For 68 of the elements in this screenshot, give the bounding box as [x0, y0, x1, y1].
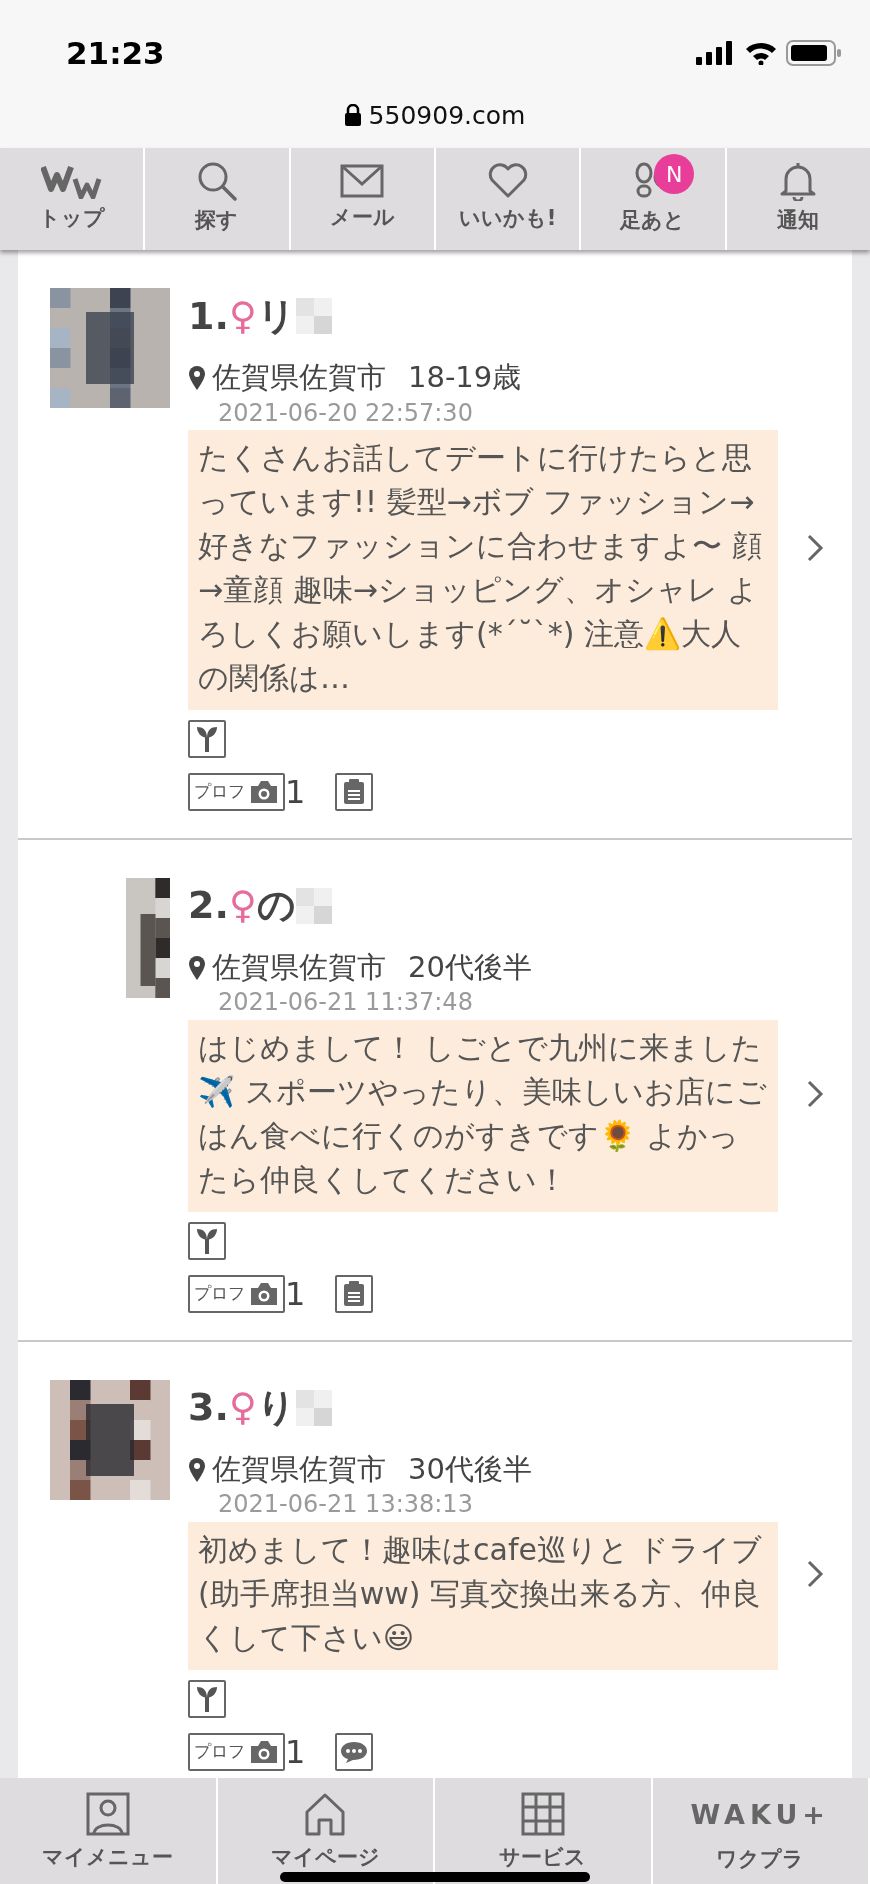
- user-name: リ: [256, 292, 296, 340]
- document-icon: [342, 1280, 367, 1307]
- female-symbol: ♀: [228, 292, 257, 340]
- rank-number: 2.: [188, 882, 229, 930]
- female-symbol: ♀: [228, 1384, 257, 1432]
- location-text: 佐賀県佐賀市: [212, 1450, 386, 1488]
- search-icon: [197, 161, 237, 202]
- lock-icon: [344, 104, 361, 127]
- logo-icon: [40, 163, 103, 200]
- message-text: 初めまして！趣味はcafe巡りと ドライブ(助手席担当ww) 写真交換出来る方、仲良くして下さい😃: [188, 1521, 778, 1670]
- user-name: り: [256, 1384, 296, 1432]
- sprout-icon: [194, 724, 220, 753]
- clock-text: 21:23: [66, 34, 165, 73]
- sprout-icon: [194, 1226, 220, 1255]
- nav-tab[interactable]: メール: [290, 148, 436, 250]
- heart-icon: [487, 163, 528, 200]
- location-text: 佐賀県佐賀市: [212, 359, 386, 396]
- location-pin-icon: [188, 364, 206, 391]
- person-icon: [85, 1792, 130, 1836]
- open-profile-button[interactable]: [806, 532, 824, 563]
- camera-icon: [249, 1281, 279, 1306]
- grid-icon: [520, 1792, 565, 1836]
- pixelated-text-icon: [295, 296, 332, 336]
- badge-label: プロフ: [194, 1282, 245, 1306]
- logo-text: WAKU+: [690, 1797, 830, 1832]
- home-icon: [303, 1792, 348, 1836]
- wifi-icon: [744, 41, 778, 66]
- post-date: 2021-06-21 13:38:13: [217, 1491, 474, 1518]
- photo-count: 1: [285, 771, 306, 813]
- badge-label: プロフ: [194, 780, 245, 804]
- url-text: 550909.com: [368, 99, 526, 132]
- nav-tab[interactable]: 探す: [145, 148, 291, 250]
- rank-number: 1.: [188, 292, 229, 340]
- notification-badge: N: [654, 154, 695, 194]
- badge-label: プロフ: [194, 1739, 245, 1763]
- post-date: 2021-06-21 11:37:48: [217, 989, 474, 1016]
- nav-tab[interactable]: 通知: [726, 148, 870, 250]
- pixelated-text-icon: [295, 885, 332, 926]
- message-text: たくさんお話してデートに行けたらと思っています!! 髪型→ボブ ファッション→好きなファッションに合わせますよ〜 顔→童顔 趣味→ショッピング、オシャレ よろしくお願いします(*´˘`*) 注意⚠大人 の関係は…: [188, 429, 778, 710]
- message-text: はじめまして！ しごとで九州に来ました✈ スポーツやったり、美味しいお店にごはん食べに行くのがすきです🌻 よかったら仲良くしてください！: [188, 1019, 778, 1212]
- nav-tab[interactable]: トップ: [0, 148, 146, 250]
- open-profile-button[interactable]: [806, 1558, 824, 1589]
- age-text: 18-19歳: [408, 359, 522, 396]
- battery-icon: [786, 40, 842, 67]
- camera-icon: [249, 779, 279, 804]
- chevron-right-icon: [806, 532, 824, 563]
- document-icon: [342, 778, 367, 805]
- chat-icon: [340, 1739, 369, 1764]
- post-date: 2021-06-20 22:57:30: [217, 399, 474, 426]
- open-profile-button[interactable]: [806, 1078, 824, 1109]
- photo-count: 1: [285, 1273, 306, 1315]
- pixelated-text-icon: [295, 1387, 332, 1428]
- location-pin-icon: [188, 954, 206, 981]
- user-name: の: [256, 882, 296, 930]
- female-symbol: ♀: [228, 882, 257, 930]
- age-text: 30代後半: [408, 1450, 532, 1488]
- location-text: 佐賀県佐賀市: [212, 948, 386, 986]
- camera-icon: [249, 1739, 279, 1764]
- chevron-right-icon: [806, 1558, 824, 1589]
- mail-icon: [340, 164, 385, 199]
- location-pin-icon: [188, 1456, 206, 1483]
- chevron-right-icon: [806, 1078, 824, 1109]
- rank-number: 3.: [188, 1384, 229, 1432]
- photo-count: 1: [285, 1731, 306, 1773]
- nav-tab[interactable]: いいかも!: [436, 148, 582, 250]
- nav-tab[interactable]: N 足あと: [581, 148, 727, 250]
- age-text: 20代後半: [408, 948, 532, 986]
- sprout-icon: [194, 1684, 220, 1713]
